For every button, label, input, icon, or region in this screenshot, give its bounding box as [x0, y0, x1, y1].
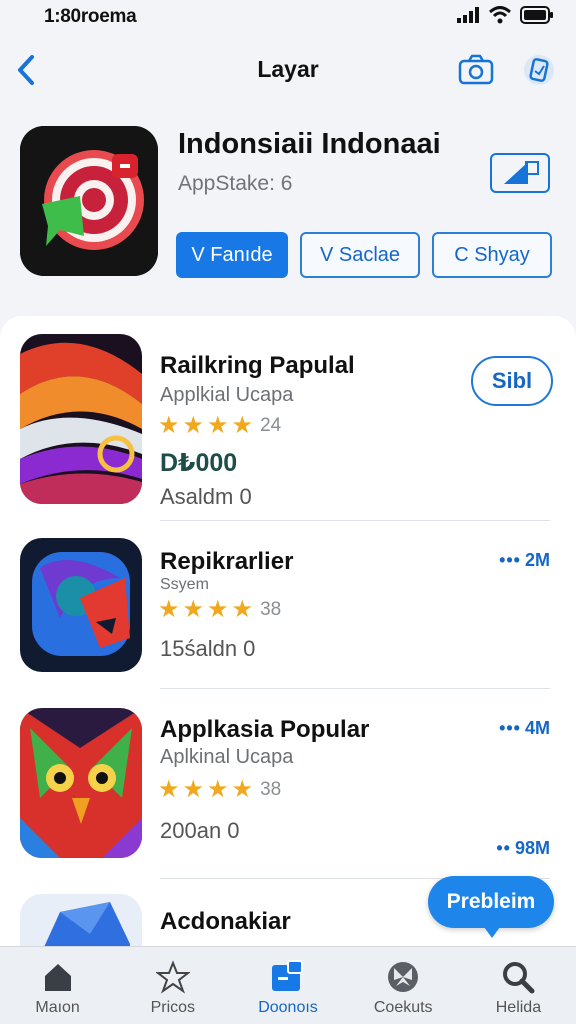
wifi-icon — [488, 5, 512, 29]
app-name: Applkasia Popular — [160, 716, 370, 743]
star-icon: ★ — [207, 412, 229, 439]
app-icon-swirl — [20, 334, 142, 504]
signal-icon — [456, 6, 480, 28]
app-icon-bird — [20, 708, 142, 858]
status-icons — [456, 5, 554, 29]
app-subtitle: Applkial Ucapa — [160, 384, 294, 406]
search-icon — [500, 959, 536, 995]
size-tag[interactable]: ••• 4M — [499, 718, 550, 739]
app-meta: 15śaldn 0 — [160, 636, 256, 661]
app-meta: 200an 0 — [160, 818, 240, 843]
star-icon: ★ — [158, 776, 180, 803]
more-dots-icon: ••• — [499, 550, 521, 570]
app-header: Indonsiaii Indonaai AppStake: 6 V Fanıde… — [0, 126, 576, 286]
home-icon — [40, 959, 76, 995]
rating-stars: ★ ★ ★ ★ 24 — [158, 414, 281, 438]
star-icon: ★ — [231, 412, 254, 439]
status-time: 1:80roema — [44, 6, 137, 27]
camera-button[interactable] — [456, 50, 496, 90]
list-item[interactable]: Applkasia Popular Aplkinal Ucapa ★ ★ ★ ★… — [0, 706, 576, 866]
app-meta: Asaldm 0 — [160, 484, 252, 509]
list-item[interactable]: Railkring Papulal Applkial Ucapa ★ ★ ★ ★… — [0, 332, 576, 522]
secondary-action-button[interactable]: V Saclae — [300, 232, 420, 278]
camera-icon — [458, 54, 494, 85]
nav-bar: Layar — [0, 44, 576, 96]
share-button[interactable] — [490, 153, 550, 193]
tab-search[interactable]: Helida — [461, 947, 576, 1024]
list-item[interactable]: Repikrarlier Ssyem ★ ★ ★ ★ 38 15śaldn 0 … — [0, 536, 576, 686]
app-list: Railkring Papulal Applkial Ucapa ★ ★ ★ ★… — [0, 316, 576, 956]
badge-icon — [524, 55, 554, 85]
floating-action-button[interactable]: Prebleim — [428, 876, 554, 938]
app-title: Indonsiaii Indonaai — [178, 128, 441, 160]
star-icon: ★ — [182, 776, 205, 803]
rating-count: 38 — [260, 599, 282, 620]
tertiary-action-button[interactable]: C Shyay — [432, 232, 552, 278]
rating-stars: ★ ★ ★ ★ 38 — [158, 598, 281, 622]
app-icon-abstract — [20, 538, 142, 672]
size-tag-bottom[interactable]: •• 98M — [496, 838, 550, 859]
butterfly-icon — [385, 959, 421, 995]
app-subtitle: Aplkinal Ucapa — [160, 746, 294, 768]
app-subtitle: Ssyem — [160, 576, 209, 593]
app-icon — [20, 126, 158, 276]
more-dots-icon: •• — [496, 838, 511, 858]
star-icon: ★ — [207, 596, 229, 623]
app-subtitle: AppStake: 6 — [178, 172, 293, 195]
star-icon: ★ — [158, 412, 180, 439]
badge-button[interactable] — [519, 50, 559, 90]
star-icon: ★ — [182, 412, 205, 439]
tab-downloads[interactable]: Doonoıs — [230, 947, 345, 1024]
status-bar: 1:80roema — [0, 0, 576, 34]
divider — [160, 520, 550, 521]
share-icon — [504, 161, 539, 184]
tab-bar: Maıon Pricos Doonoıs Coekuts Helida — [0, 946, 576, 1024]
rating-count: 38 — [260, 779, 282, 800]
star-icon: ★ — [231, 776, 254, 803]
get-button[interactable]: Sibl — [471, 356, 553, 406]
battery-icon — [520, 5, 554, 29]
rating-stars: ★ ★ ★ ★ 38 — [158, 778, 281, 802]
tab-label: Helida — [495, 999, 542, 1016]
star-icon: ★ — [182, 596, 205, 623]
tab-label: Coekuts — [373, 999, 433, 1016]
tab-label: Maıon — [35, 999, 80, 1016]
tab-home[interactable]: Maıon — [0, 947, 115, 1024]
star-icon — [155, 959, 191, 995]
star-icon: ★ — [158, 596, 180, 623]
tab-label: Doonoıs — [258, 999, 318, 1016]
downloads-icon — [270, 959, 306, 995]
rating-count: 24 — [260, 415, 282, 436]
app-price: D₺000 — [160, 449, 238, 477]
more-dots-icon: ••• — [499, 718, 521, 738]
tab-label: Pricos — [150, 999, 196, 1016]
star-icon: ★ — [231, 596, 254, 623]
tab-collections[interactable]: Coekuts — [346, 947, 461, 1024]
primary-action-button[interactable]: V Fanıde — [176, 232, 288, 278]
app-name: Railkring Papulal — [160, 352, 355, 379]
app-name: Repikrarlier — [160, 548, 294, 575]
divider — [160, 688, 550, 689]
action-buttons: V Fanıde V Saclae C Shyay — [176, 232, 552, 278]
tab-favorites[interactable]: Pricos — [115, 947, 230, 1024]
app-name: Acdonakiar — [160, 908, 291, 935]
size-tag[interactable]: ••• 2M — [499, 550, 550, 571]
star-icon: ★ — [207, 776, 229, 803]
